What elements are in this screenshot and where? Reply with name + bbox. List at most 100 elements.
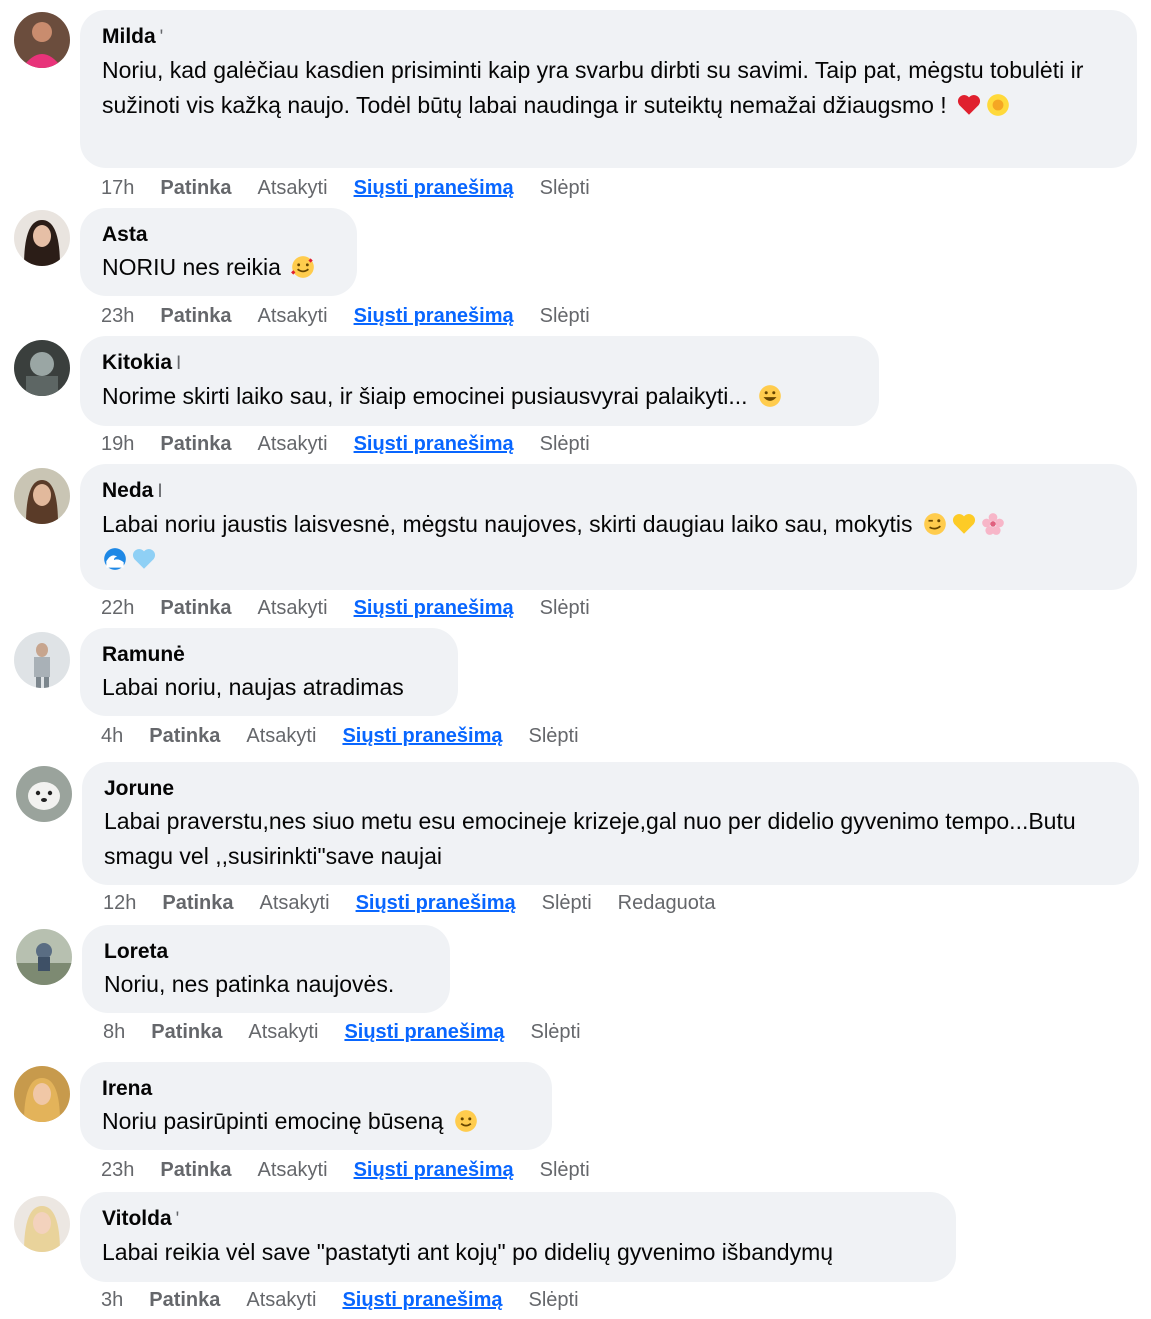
comment-time[interactable]: 17h (101, 177, 134, 199)
like-button[interactable]: Patinka (149, 725, 220, 747)
comment-author[interactable]: Kitokia I (102, 350, 857, 377)
comment-text: Norime skirti laiko sau, ir šiaip emocin… (102, 379, 857, 414)
hide-button[interactable]: Slėpti (540, 1159, 590, 1181)
send-message-button[interactable]: Siųsti pranešimą (354, 305, 514, 327)
slightly-smiling-face-emoji (454, 1110, 477, 1132)
hide-button[interactable]: Slėpti (531, 1021, 581, 1043)
like-button[interactable]: Patinka (151, 1021, 222, 1043)
send-message-button[interactable]: Siųsti pranešimą (342, 1289, 502, 1311)
comment-author[interactable]: Milda ' (102, 24, 1115, 51)
comment-actions: 4h Patinka Atsakyti Siųsti pranešimą Slėpti (101, 723, 605, 749)
comment-time[interactable]: 23h (101, 1159, 134, 1181)
reply-button[interactable]: Atsakyti (258, 1159, 328, 1181)
hide-button[interactable]: Slėpti (529, 1289, 579, 1311)
comment-time[interactable]: 19h (101, 433, 134, 455)
avatar[interactable] (14, 340, 70, 396)
comment-bubble: Irena Noriu pasirūpinti emocinę būseną (80, 1062, 552, 1150)
comment-text: Noriu, nes patinka naujovės. (104, 971, 395, 997)
comment-time[interactable]: 12h (103, 892, 136, 914)
like-button[interactable]: Patinka (149, 1289, 220, 1311)
comment-bubble: Kitokia I Norime skirti laiko sau, ir šia… (80, 336, 879, 426)
hide-button[interactable]: Slėpti (540, 177, 590, 199)
reply-button[interactable]: Atsakyti (258, 597, 328, 619)
comment-actions: 23h Patinka Atsakyti Siųsti pranešimą Slėpti (101, 303, 616, 329)
send-message-button[interactable]: Siųsti pranešimą (354, 433, 514, 455)
like-button[interactable]: Patinka (160, 597, 231, 619)
comment-author[interactable]: Vitolda ' (102, 1206, 934, 1233)
winking-face-emoji (924, 513, 946, 535)
avatar[interactable] (14, 632, 70, 688)
sunflower-emoji (987, 94, 1009, 116)
send-message-button[interactable]: Siųsti pranešimą (356, 892, 516, 914)
reply-button[interactable]: Atsakyti (258, 305, 328, 327)
hide-button[interactable]: Slėpti (540, 433, 590, 455)
comment-actions: 22h Patinka Atsakyti Siųsti pranešimą Slėpti (101, 595, 616, 621)
like-button[interactable]: Patinka (160, 433, 231, 455)
comment-text: NORIU nes reikia (102, 250, 335, 285)
comment-time[interactable]: 22h (101, 597, 134, 619)
comment-actions: 8h Patinka Atsakyti Siųsti pranešimą Slėpti (103, 1019, 607, 1045)
comment-author[interactable]: Asta (102, 222, 335, 248)
hide-button[interactable]: Slėpti (529, 725, 579, 747)
comment-bubble: Neda I Labai noriu jaustis laisvesnė, mėg… (80, 464, 1137, 590)
comment-text: Labai praverstu,nes siuo metu esu emocin… (104, 808, 1076, 869)
reply-button[interactable]: Atsakyti (246, 1289, 316, 1311)
comment-text: Labai reikia vėl save "pastatyti ant koj… (102, 1239, 834, 1265)
grinning-face-emoji (759, 385, 781, 407)
edited-label[interactable]: Redaguota (618, 892, 716, 914)
comment-bubble: Loreta Noriu, nes patinka naujovės. (82, 925, 450, 1013)
yellow-heart-emoji (952, 514, 975, 534)
light-blue-heart-emoji (132, 549, 156, 569)
avatar[interactable] (16, 766, 72, 822)
like-button[interactable]: Patinka (162, 892, 233, 914)
comment-bubble: Ramunė Labai noriu, naujas atradimas (80, 628, 458, 716)
comment-author[interactable]: Irena (102, 1076, 530, 1102)
comment-actions: 3h Patinka Atsakyti Siųsti pranešimą Slėpti (101, 1287, 605, 1313)
comment-text: Noriu pasirūpinti emocinę būseną (102, 1104, 530, 1139)
comment-actions: 17h Patinka Atsakyti Siųsti pranešimą Slėpti (101, 175, 616, 201)
comment-author[interactable]: Neda I (102, 478, 1115, 505)
comment-actions: 19h Patinka Atsakyti Siųsti pranešimą Slėpti (101, 431, 616, 457)
comment-text: Labai noriu jaustis laisvesnė, mėgstu na… (102, 507, 1115, 577)
reply-button[interactable]: Atsakyti (246, 725, 316, 747)
like-button[interactable]: Patinka (160, 305, 231, 327)
reply-button[interactable]: Atsakyti (248, 1021, 318, 1043)
comment-author[interactable]: Loreta (104, 939, 428, 965)
comment-actions: 12h Patinka Atsakyti Siųsti pranešimą Slėpti… (103, 890, 742, 916)
comment-time[interactable]: 23h (101, 305, 134, 327)
comment-text: Labai noriu, naujas atradimas (102, 674, 404, 700)
reply-button[interactable]: Atsakyti (258, 433, 328, 455)
wave-emoji (104, 548, 126, 570)
send-message-button[interactable]: Siųsti pranešimą (342, 725, 502, 747)
comment-time[interactable]: 8h (103, 1021, 125, 1043)
avatar[interactable] (14, 12, 70, 68)
comment-time[interactable]: 4h (101, 725, 123, 747)
comment-bubble: Vitolda ' Labai reikia vėl save "pastatyt… (80, 1192, 956, 1282)
avatar[interactable] (16, 929, 72, 985)
like-button[interactable]: Patinka (160, 1159, 231, 1181)
send-message-button[interactable]: Siųsti pranešimą (354, 597, 514, 619)
avatar[interactable] (14, 1196, 70, 1252)
comment-actions: 23h Patinka Atsakyti Siųsti pranešimą Slėpti (101, 1157, 616, 1183)
hide-button[interactable]: Slėpti (540, 597, 590, 619)
comment-author[interactable]: Ramunė (102, 642, 436, 668)
like-button[interactable]: Patinka (160, 177, 231, 199)
comment-bubble: Jorune Labai praverstu,nes siuo metu esu… (82, 762, 1139, 885)
cherry-blossom-emoji (982, 513, 1004, 535)
hide-button[interactable]: Slėpti (542, 892, 592, 914)
comment-time[interactable]: 3h (101, 1289, 123, 1311)
comment-bubble: Asta NORIU nes reikia (80, 208, 357, 296)
comment-author[interactable]: Jorune (104, 776, 1117, 802)
avatar[interactable] (14, 210, 70, 266)
send-message-button[interactable]: Siųsti pranešimą (354, 1159, 514, 1181)
avatar[interactable] (14, 1066, 70, 1122)
reply-button[interactable]: Atsakyti (258, 177, 328, 199)
send-message-button[interactable]: Siųsti pranešimą (344, 1021, 504, 1043)
smiling-face-with-hearts-emoji (291, 256, 315, 278)
send-message-button[interactable]: Siųsti pranešimą (354, 177, 514, 199)
avatar[interactable] (14, 468, 70, 524)
comment-bubble: Milda ' Noriu, kad galėčiau kasdien prisi… (80, 10, 1137, 168)
hide-button[interactable]: Slėpti (540, 305, 590, 327)
reply-button[interactable]: Atsakyti (260, 892, 330, 914)
red-heart-emoji (958, 95, 981, 115)
